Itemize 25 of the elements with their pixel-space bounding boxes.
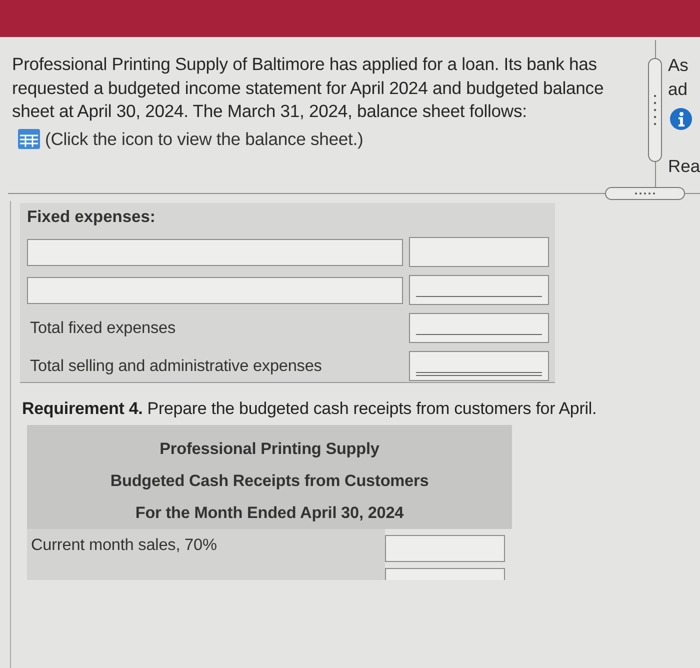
amount-field[interactable] [385, 535, 505, 562]
amount-field[interactable] [409, 313, 549, 343]
row-label: Total fixed expenses [29, 318, 176, 338]
description-field[interactable] [27, 276, 403, 304]
amount-field[interactable] [385, 568, 505, 580]
table-title: Budgeted Cash Receipts from Customers [110, 471, 429, 492]
table-title: Professional Printing Supply [160, 439, 380, 460]
resize-handle[interactable] [605, 187, 685, 200]
row-label: Current month sales, 70% [30, 535, 217, 554]
description-field[interactable] [27, 238, 403, 266]
side-text: ad [668, 78, 688, 101]
table-title: For the Month Ended April 30, 2024 [135, 503, 404, 524]
side-text: Rea [668, 155, 700, 178]
problem-text: Professional Printing Supply of Baltimore has applied for a loan. Its bank has requested a budgeted income statement for April 2024 and budgeted balance sheet at April 30, 2024. The March 31, 2024, balance sheet follows: [12, 53, 605, 123]
info-icon[interactable] [670, 108, 692, 130]
section-heading: Fixed expenses: [27, 207, 156, 227]
amount-field[interactable] [409, 237, 549, 267]
table-icon[interactable] [18, 129, 40, 149]
resize-handle[interactable] [648, 58, 662, 162]
row-label: Total selling and administrative expenses [29, 356, 322, 376]
amount-field[interactable] [409, 351, 549, 381]
amount-field[interactable] [409, 275, 549, 305]
requirement-text: Requirement 4. Prepare the budgeted cash receipts from customers for April. [22, 399, 597, 419]
side-text: As [668, 54, 688, 77]
hint-text: (Click the icon to view the balance sheet.) [45, 128, 364, 150]
